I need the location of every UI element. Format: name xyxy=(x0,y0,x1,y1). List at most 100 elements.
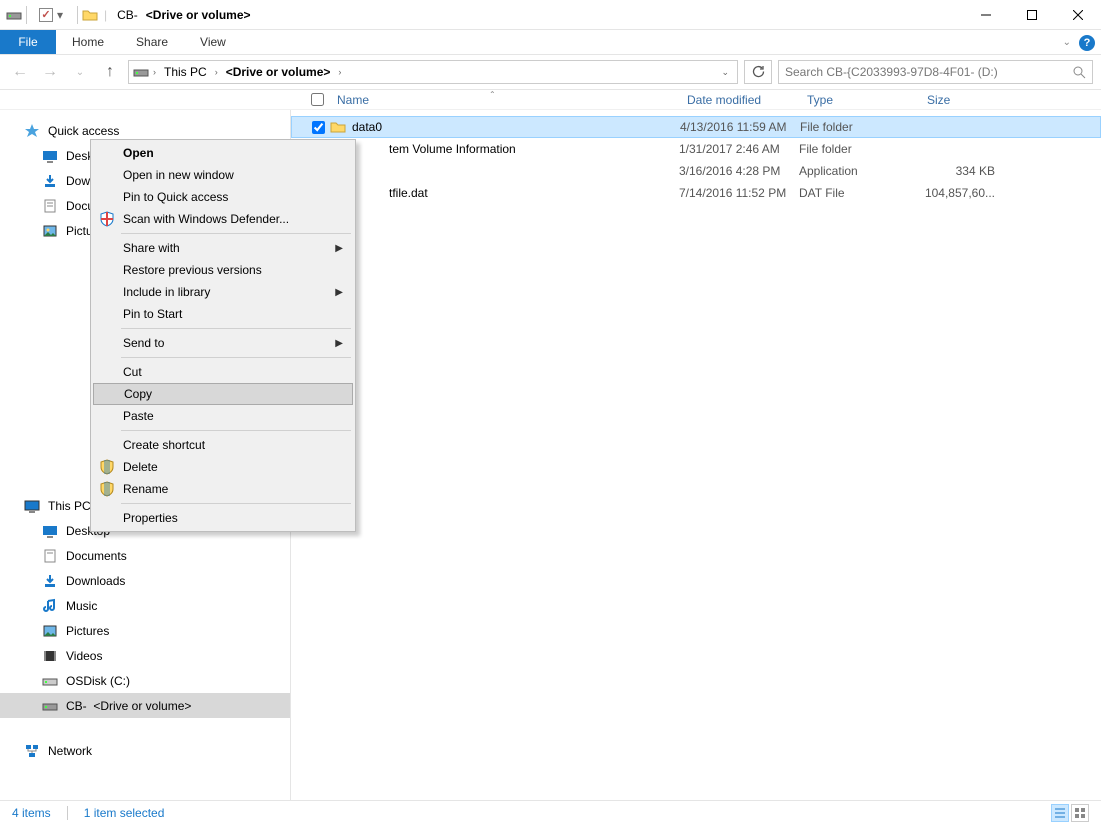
ctx-separator xyxy=(121,357,351,358)
file-list: data0 4/13/2016 11:59 AM File folder tem… xyxy=(291,110,1101,800)
ctx-pin-quick-access[interactable]: Pin to Quick access xyxy=(93,186,353,208)
sidebar-item-osdisk[interactable]: OSDisk (C:) xyxy=(0,668,290,693)
address-bar[interactable]: › This PC › <Drive or volume> › ⌄ xyxy=(128,60,738,84)
file-type: File folder xyxy=(799,142,919,156)
ctx-paste[interactable]: Paste xyxy=(93,405,353,427)
column-header-type[interactable]: Type xyxy=(799,93,919,107)
qat-sep xyxy=(26,6,27,24)
list-item[interactable]: 3/16/2016 4:28 PM Application 334 KB xyxy=(291,160,1101,182)
file-size: 104,857,60... xyxy=(919,186,999,200)
search-box[interactable]: Search CB-{C2033993-97D8-4F01- (D:) xyxy=(778,60,1093,84)
file-date: 7/14/2016 11:52 PM xyxy=(679,186,799,200)
address-dropdown-icon[interactable]: ⌄ xyxy=(717,67,733,78)
file-name: tem Volume Information xyxy=(389,142,516,156)
ctx-send-to[interactable]: Send to ▶ xyxy=(93,332,353,354)
file-type: File folder xyxy=(800,120,920,134)
status-divider xyxy=(67,806,68,820)
maximize-button[interactable] xyxy=(1009,0,1055,30)
title-sep: | xyxy=(102,8,109,22)
desktop-icon xyxy=(42,523,58,539)
breadcrumb-chevron-icon[interactable]: › xyxy=(338,67,341,77)
sidebar-item-thispc-music[interactable]: Music xyxy=(0,593,290,618)
qat-properties-icon[interactable]: ✓ xyxy=(39,8,53,22)
submenu-arrow-icon: ▶ xyxy=(335,287,343,298)
sidebar-item-cb-drive[interactable]: CB- <Drive or volume> xyxy=(0,693,290,718)
file-date: 3/16/2016 4:28 PM xyxy=(679,164,799,178)
ctx-scan-defender[interactable]: Scan with Windows Defender... xyxy=(93,208,353,230)
ctx-delete[interactable]: Delete xyxy=(93,456,353,478)
ctx-cut[interactable]: Cut xyxy=(93,361,353,383)
help-icon[interactable]: ? xyxy=(1079,35,1095,51)
list-item[interactable]: tem Volume Information 1/31/2017 2:46 AM… xyxy=(291,138,1101,160)
quick-access-toolbar: ✓ ▾ xyxy=(31,8,73,22)
ctx-share-with[interactable]: Share with ▶ xyxy=(93,237,353,259)
ctx-create-shortcut[interactable]: Create shortcut xyxy=(93,434,353,456)
status-selected-count: 1 item selected xyxy=(84,806,165,820)
quick-access-icon xyxy=(24,123,40,139)
sidebar-item-thispc-documents[interactable]: Documents xyxy=(0,543,290,568)
network-icon xyxy=(24,743,40,759)
view-large-icons-button[interactable] xyxy=(1071,804,1089,822)
folder-title-icon xyxy=(82,7,98,23)
window-title-prefix: CB- xyxy=(113,8,138,22)
ctx-label: Share with xyxy=(123,241,180,255)
sidebar-item-thispc-downloads[interactable]: Downloads xyxy=(0,568,290,593)
context-menu: Open Open in new window Pin to Quick acc… xyxy=(90,139,356,532)
column-headers: Name ⌃ Date modified Type Size xyxy=(0,90,1101,110)
ctx-open-new-window[interactable]: Open in new window xyxy=(93,164,353,186)
breadcrumb-thispc[interactable]: This PC xyxy=(160,65,211,79)
ribbon-expand-icon[interactable]: ⌄ xyxy=(1063,37,1071,48)
ctx-copy[interactable]: Copy xyxy=(93,383,353,405)
close-button[interactable] xyxy=(1055,0,1101,30)
ctx-properties[interactable]: Properties xyxy=(93,507,353,529)
desktop-icon xyxy=(42,148,58,164)
address-drive-icon xyxy=(133,64,149,80)
tab-home[interactable]: Home xyxy=(56,30,120,54)
view-details-button[interactable] xyxy=(1051,804,1069,822)
file-name: tfile.dat xyxy=(389,186,428,200)
ctx-separator xyxy=(121,328,351,329)
tab-view[interactable]: View xyxy=(184,30,242,54)
column-header-size[interactable]: Size xyxy=(919,93,999,107)
sidebar-label: Network xyxy=(48,744,92,758)
ctx-pin-start[interactable]: Pin to Start xyxy=(93,303,353,325)
search-placeholder: Search CB-{C2033993-97D8-4F01- (D:) xyxy=(785,65,998,79)
nav-back-button[interactable]: ← xyxy=(8,60,32,84)
breadcrumb-chevron-icon[interactable]: › xyxy=(215,67,218,77)
refresh-button[interactable] xyxy=(744,60,772,84)
sidebar-label: OSDisk (C:) xyxy=(66,674,130,688)
ctx-rename[interactable]: Rename xyxy=(93,478,353,500)
tab-share[interactable]: Share xyxy=(120,30,184,54)
ctx-open[interactable]: Open xyxy=(93,142,353,164)
minimize-button[interactable] xyxy=(963,0,1009,30)
qat-dropdown-icon[interactable]: ▾ xyxy=(57,8,65,22)
status-bar: 4 items 1 item selected xyxy=(0,800,1101,825)
sidebar-label: Pictures xyxy=(66,624,109,638)
shield-uac-icon xyxy=(97,480,117,498)
sidebar-item-thispc-pictures[interactable]: Pictures xyxy=(0,618,290,643)
ctx-restore-versions[interactable]: Restore previous versions xyxy=(93,259,353,281)
sort-indicator-icon: ⌃ xyxy=(489,90,496,99)
videos-icon xyxy=(42,648,58,664)
column-header-date[interactable]: Date modified xyxy=(679,93,799,107)
nav-history-dropdown[interactable]: ⌄ xyxy=(68,60,92,84)
ctx-include-library[interactable]: Include in library ▶ xyxy=(93,281,353,303)
tab-file[interactable]: File xyxy=(0,30,56,54)
row-checkbox[interactable] xyxy=(306,121,330,134)
column-header-name[interactable]: Name ⌃ xyxy=(329,93,679,107)
list-item[interactable]: data0 4/13/2016 11:59 AM File folder xyxy=(291,116,1101,138)
downloads-icon xyxy=(42,173,58,189)
ctx-separator xyxy=(121,503,351,504)
nav-forward-button[interactable]: → xyxy=(38,60,62,84)
sidebar-item-network[interactable]: Network xyxy=(0,738,290,763)
column-select-all[interactable] xyxy=(305,93,329,106)
list-item[interactable]: tfile.dat 7/14/2016 11:52 PM DAT File 10… xyxy=(291,182,1101,204)
downloads-icon xyxy=(42,573,58,589)
file-type: Application xyxy=(799,164,919,178)
nav-up-button[interactable]: ↑ xyxy=(98,60,122,84)
sidebar-label: Music xyxy=(66,599,97,613)
sidebar-item-thispc-videos[interactable]: Videos xyxy=(0,643,290,668)
music-icon xyxy=(42,598,58,614)
breadcrumb-chevron-icon[interactable]: › xyxy=(153,67,156,77)
breadcrumb-drive[interactable]: <Drive or volume> xyxy=(222,65,335,79)
